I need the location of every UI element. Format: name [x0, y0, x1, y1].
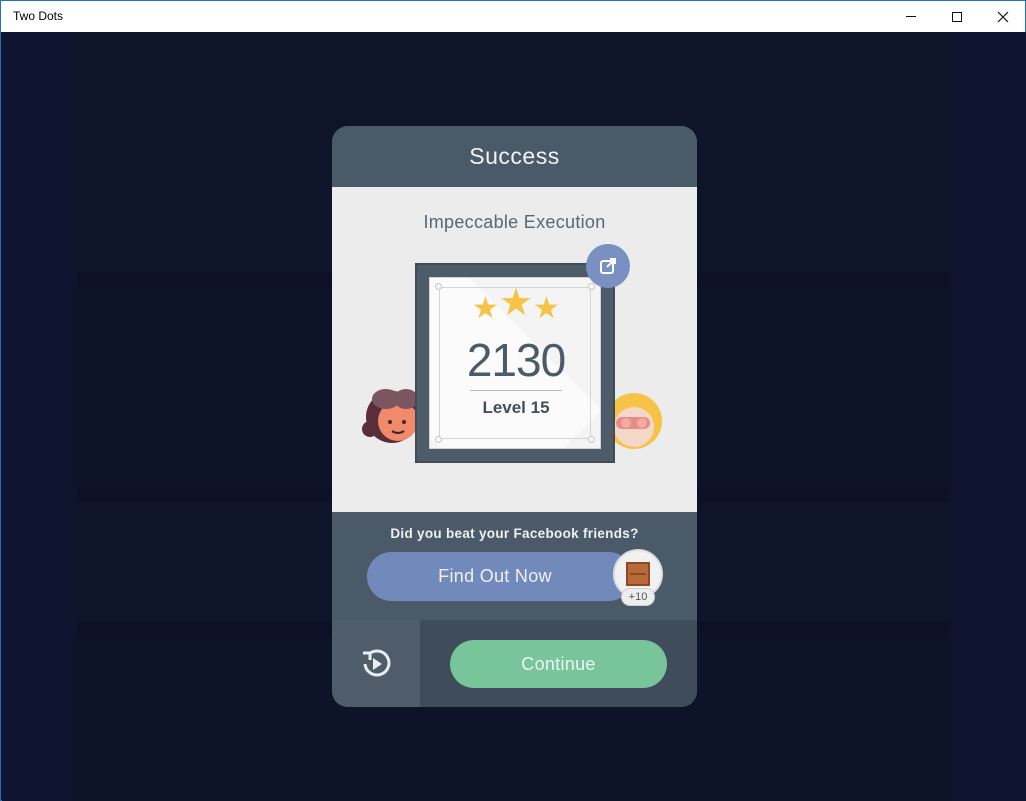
share-button[interactable] — [586, 244, 630, 288]
star-icon: ★ — [498, 282, 534, 324]
dialog-footer: Continue — [332, 620, 697, 707]
dialog-body: Impeccable Execution ★ ★ ★ 2130 Level 15 — [332, 187, 697, 512]
find-out-now-button[interactable]: Find Out Now — [367, 552, 633, 601]
minimize-icon — [906, 16, 916, 17]
window-title: Two Dots — [13, 9, 64, 23]
minimize-button[interactable] — [888, 1, 934, 32]
close-icon — [997, 11, 1009, 22]
title-bar: Two Dots — [1, 1, 1025, 32]
facebook-section: Did you beat your Facebook friends? Find… — [332, 512, 697, 620]
score-frame: ★ ★ ★ 2130 Level 15 — [415, 263, 615, 463]
star-icon: ★ — [472, 292, 499, 325]
beanie-character-icon — [612, 393, 662, 449]
close-button[interactable] — [980, 1, 1026, 32]
replay-button[interactable] — [332, 620, 420, 707]
level-label: Level 15 — [482, 398, 550, 417]
score-value: 2130 — [466, 334, 566, 386]
aviator-character-icon — [362, 389, 418, 443]
star-rating: ★ ★ ★ — [430, 284, 600, 325]
replay-icon — [363, 648, 391, 676]
reward-badge: +10 — [621, 588, 655, 606]
maximize-button[interactable] — [934, 1, 980, 32]
continue-button[interactable]: Continue — [450, 640, 667, 688]
maximize-icon — [952, 11, 962, 22]
dialog-title: Success — [469, 143, 560, 169]
star-icon: ★ — [533, 292, 560, 325]
crate-icon — [626, 562, 650, 586]
game-area: Success Impeccable Execution ★ ★ ★ 2130 … — [2, 32, 1026, 801]
dialog-header: Success — [332, 126, 697, 187]
app-window: Two Dots Success Impeccable Execution ★ … — [0, 0, 1026, 801]
result-subtitle: Impeccable Execution — [423, 212, 606, 232]
continue-label: Continue — [521, 653, 596, 674]
success-dialog: Success Impeccable Execution ★ ★ ★ 2130 … — [332, 126, 697, 707]
find-out-now-label: Find Out Now — [438, 566, 552, 586]
facebook-prompt: Did you beat your Facebook friends? — [390, 526, 639, 541]
share-icon — [600, 258, 616, 274]
